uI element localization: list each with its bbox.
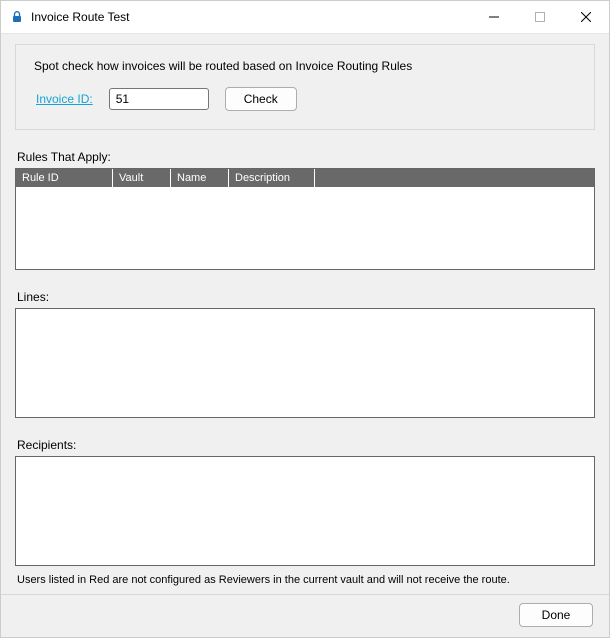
maximize-button: [517, 1, 563, 33]
minimize-button[interactable]: [471, 1, 517, 33]
window-controls: [471, 1, 609, 33]
recipients-label: Recipients:: [17, 438, 595, 452]
recipients-box[interactable]: [15, 456, 595, 566]
rules-table-body: [16, 187, 594, 269]
invoice-id-link[interactable]: Invoice ID:: [36, 92, 93, 106]
done-button[interactable]: Done: [519, 603, 593, 627]
rules-label: Rules That Apply:: [17, 150, 595, 164]
titlebar: Invoice Route Test: [1, 1, 609, 33]
lines-box[interactable]: [15, 308, 595, 418]
col-description[interactable]: Description: [228, 169, 314, 187]
rules-table-header: Rule ID Vault Name Description: [16, 169, 594, 187]
check-button[interactable]: Check: [225, 87, 297, 111]
col-spacer: [314, 169, 594, 187]
footnote-text: Users listed in Red are not configured a…: [17, 574, 595, 586]
rules-table[interactable]: Rule ID Vault Name Description: [15, 168, 595, 270]
group-description: Spot check how invoices will be routed b…: [34, 59, 578, 73]
lock-icon: [9, 9, 25, 25]
invoice-id-input[interactable]: [109, 88, 209, 110]
lines-label: Lines:: [17, 290, 595, 304]
col-name[interactable]: Name: [170, 169, 228, 187]
window-title: Invoice Route Test: [31, 10, 471, 24]
input-row: Invoice ID: Check: [36, 87, 578, 111]
close-button[interactable]: [563, 1, 609, 33]
col-rule-id[interactable]: Rule ID: [16, 169, 112, 187]
content-area: Spot check how invoices will be routed b…: [1, 33, 609, 637]
col-vault[interactable]: Vault: [112, 169, 170, 187]
footer-divider: [1, 594, 609, 595]
footer: Done: [15, 603, 595, 629]
spot-check-group: Spot check how invoices will be routed b…: [15, 44, 595, 130]
window-root: Invoice Route Test Spot check how invoic…: [0, 0, 610, 638]
